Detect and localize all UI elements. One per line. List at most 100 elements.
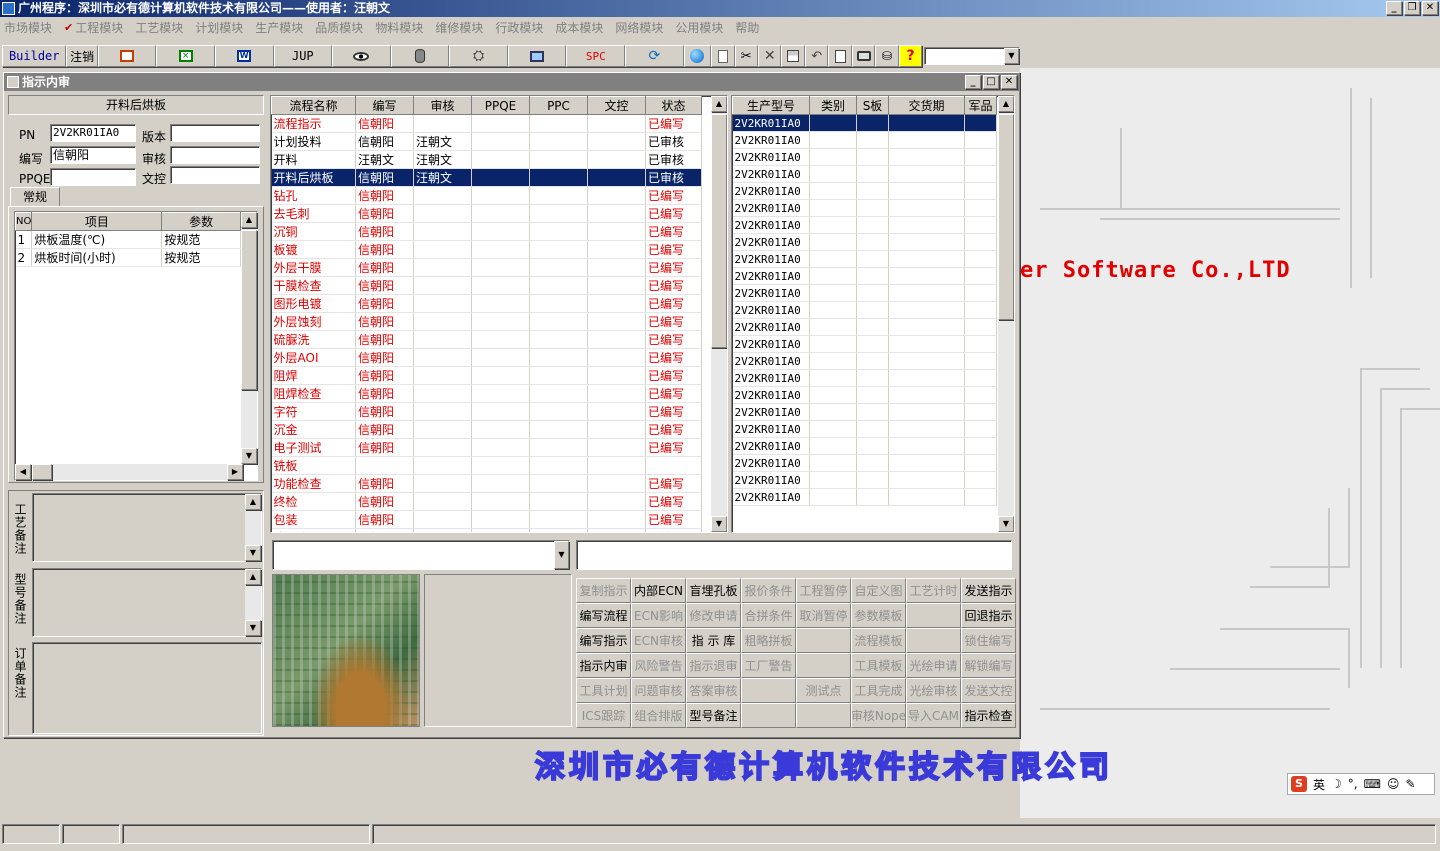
scroll-up-icon[interactable]: ▲	[245, 569, 261, 585]
flow-col-ppqe[interactable]: PPQE	[471, 96, 530, 115]
action-button[interactable]: 问题审核	[631, 678, 686, 703]
remark-input[interactable]	[576, 540, 1012, 570]
action-button[interactable]: 指示内审	[576, 653, 631, 678]
scroll-thumb[interactable]	[711, 114, 727, 348]
toolbar-dropdown[interactable]: ▼	[924, 47, 1020, 65]
model-row[interactable]: 2V2KR01IA0	[732, 284, 997, 302]
model-row[interactable]: 2V2KR01IA0	[732, 403, 997, 421]
action-button[interactable]	[796, 653, 851, 678]
flow-row[interactable]: 板镀 信朝阳 已编写	[271, 240, 702, 259]
moon-icon[interactable]: ☽	[1331, 777, 1342, 791]
action-button[interactable]: 盲埋孔板	[686, 578, 741, 603]
flow-row[interactable]: 去毛刺 信朝阳 已编写	[271, 204, 702, 223]
model-row[interactable]: 2V2KR01IA0	[732, 233, 997, 251]
param-col-item[interactable]: 项目	[31, 212, 163, 231]
action-button[interactable]: 工具完成	[851, 678, 906, 703]
globe-button[interactable]	[683, 45, 712, 67]
action-button[interactable]: 型号备注	[686, 703, 741, 728]
child-maximize-button[interactable]: □	[983, 75, 999, 89]
action-button[interactable]: 工具计划	[576, 678, 631, 703]
menu-quality[interactable]: 品质模块	[315, 19, 363, 36]
model-row[interactable]: 2V2KR01IA0	[732, 216, 997, 234]
flow-row[interactable]: 阻焊 信朝阳 已编写	[271, 366, 702, 385]
database-button[interactable]	[390, 45, 450, 67]
action-button[interactable]: 参数模板	[851, 603, 906, 628]
model-row[interactable]: 2V2KR01IA0	[732, 165, 997, 183]
model-row[interactable]: 2V2KR01IA0	[732, 335, 997, 353]
excel-button[interactable]: ×	[156, 45, 215, 67]
author-field[interactable]: 信朝阳	[50, 146, 136, 164]
flow-row[interactable]: 铣板	[271, 456, 702, 475]
flow-col-author[interactable]: 编写	[355, 96, 414, 115]
model-row[interactable]: 2V2KR01IA0	[732, 488, 997, 506]
tab-normal[interactable]: 常规	[10, 187, 60, 207]
action-button[interactable]	[796, 628, 851, 653]
child-close-button[interactable]: ✕	[1001, 75, 1017, 89]
flow-row[interactable]: 流程指示 信朝阳 已编写	[271, 114, 702, 133]
menu-market[interactable]: 市场模块	[4, 19, 52, 36]
scroll-up-icon[interactable]: ▲	[998, 96, 1014, 112]
menu-production[interactable]: 生产模块	[255, 19, 303, 36]
action-button[interactable]: 组合排版	[631, 703, 686, 728]
flow-row[interactable]: 电子测试 信朝阳 已编写	[271, 438, 702, 457]
word-button[interactable]: W	[214, 45, 274, 67]
flow-row[interactable]: 成品仓信朝阳 已编写	[271, 528, 702, 532]
action-button[interactable]	[906, 628, 961, 653]
doc-control-field[interactable]	[170, 166, 260, 184]
action-button[interactable]: 光绘审核	[906, 678, 961, 703]
model-row[interactable]: 2V2KR01IA0	[732, 437, 997, 455]
action-button[interactable]: 报价条件	[741, 578, 796, 603]
action-button[interactable]: 回退指示	[961, 603, 1016, 628]
scroll-up-icon[interactable]: ▲	[245, 494, 261, 510]
model-note-field[interactable]: ▲ ▼	[32, 568, 262, 637]
flow-row[interactable]: 硫脲洗 信朝阳 已编写	[271, 330, 702, 349]
flow-row[interactable]: 终检 信朝阳 已编写	[271, 492, 702, 511]
ime-toolbar[interactable]: S 英 ☽ °, ⌨ ☺ ✎	[1287, 773, 1435, 795]
save-button[interactable]	[781, 45, 805, 67]
ime-language[interactable]: 英	[1313, 776, 1325, 793]
flow-col-name[interactable]: 流程名称	[271, 96, 356, 115]
scroll-down-icon[interactable]: ▼	[241, 448, 257, 464]
flow-col-ppc[interactable]: PPC	[529, 96, 588, 115]
menu-cost[interactable]: 成本模块	[555, 19, 603, 36]
model-row[interactable]: 2V2KR01IA0	[732, 454, 997, 472]
flow-row[interactable]: 字符 信朝阳 已编写	[271, 402, 702, 421]
action-button[interactable]: 光绘申请	[906, 653, 961, 678]
param-hscrollbar[interactable]: ◀ ▶	[15, 464, 243, 480]
action-button[interactable]: 指示检查	[961, 703, 1016, 728]
minimize-button[interactable]: _	[1386, 1, 1402, 15]
close-button[interactable]: ✕	[1422, 1, 1438, 15]
model-row[interactable]: 2V2KR01IA0	[732, 420, 997, 438]
spc-button[interactable]: SPC	[566, 45, 626, 67]
ppqe-field[interactable]	[50, 168, 136, 186]
user-icon[interactable]: ☺	[1387, 777, 1400, 791]
flow-row[interactable]: 外层AOI 信朝阳 已编写	[271, 348, 702, 367]
restore-button[interactable]: ❐	[1404, 1, 1420, 15]
computer-button[interactable]	[507, 45, 567, 67]
scroll-up-icon[interactable]: ▲	[711, 96, 727, 112]
process-note-field[interactable]: ▲ ▼	[32, 493, 262, 562]
model-row[interactable]: 2V2KR01IA0	[732, 318, 997, 336]
action-button[interactable]: 复制指示	[576, 578, 631, 603]
model-row[interactable]: 2V2KR01IA0	[732, 386, 997, 404]
undo-button[interactable]: ↶	[804, 45, 829, 67]
action-button[interactable]: 修改申请	[686, 603, 741, 628]
new-doc-button[interactable]	[711, 45, 735, 67]
action-button[interactable]: 工具模板	[851, 653, 906, 678]
model-col-delivery[interactable]: 交货期	[888, 96, 965, 115]
action-button[interactable]: 内部ECN	[631, 578, 686, 603]
flow-row[interactable]: 沉金 信朝阳 已编写	[271, 420, 702, 439]
model-col-military[interactable]: 军品	[964, 96, 997, 115]
version-field[interactable]	[170, 124, 260, 142]
menu-help[interactable]: 帮助	[735, 19, 759, 36]
action-button[interactable]	[906, 603, 961, 628]
action-button[interactable]: 编写流程	[576, 603, 631, 628]
menu-maintenance[interactable]: 维修模块	[435, 19, 483, 36]
action-button[interactable]: ECN影响	[631, 603, 686, 628]
flow-row[interactable]: 开料后烘板 信朝阳 汪朝文 已审核	[271, 168, 702, 187]
action-button[interactable]: 编写指示	[576, 628, 631, 653]
action-button[interactable]: 工程暂停	[796, 578, 851, 603]
param-vscrollbar[interactable]: ▲ ▼	[241, 212, 257, 464]
param-col-value[interactable]: 参数	[161, 212, 241, 231]
flow-row[interactable]: 外层干膜 信朝阳 已编写	[271, 258, 702, 277]
